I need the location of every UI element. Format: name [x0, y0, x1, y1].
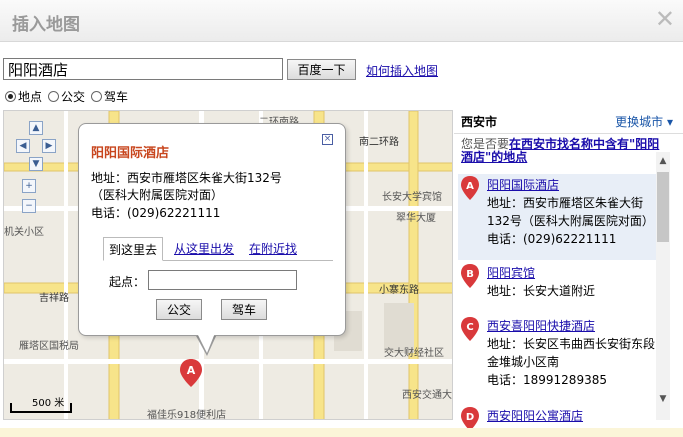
result-marker-d-icon: D [461, 407, 479, 430]
suggestion: 您是否要在西安市找名称中含有"阳阳酒店"的地点 [461, 138, 661, 164]
result-line: 电话：18991289385 [487, 373, 607, 387]
map-label: 福佳乐918便利店 [147, 410, 227, 420]
zoom-out-icon[interactable]: − [22, 199, 36, 213]
bus-button[interactable]: 公交 [156, 299, 202, 320]
start-label: 起点： [109, 275, 146, 289]
results-scrollbar[interactable]: ▲ ▼ [656, 152, 670, 420]
search-mode-group: 地点 公交 驾车 [5, 89, 134, 104]
pan-up-icon[interactable]: ▲ [29, 121, 43, 135]
result-line: 金堆城小区南 [487, 355, 560, 369]
result-item[interactable]: D 西安阳阳公寓酒店 [458, 405, 656, 430]
map-marker-a-icon[interactable]: A [180, 359, 202, 387]
popup-close-icon[interactable]: × [322, 134, 333, 145]
current-city: 西安市 [461, 115, 498, 129]
dialog-title: 插入地图 [12, 15, 80, 35]
tab-start-here[interactable]: 从这里出发 [174, 237, 234, 261]
radio-bus[interactable] [48, 90, 60, 102]
radio-drive[interactable] [91, 90, 103, 102]
tab-nearby[interactable]: 在附近找 [249, 237, 297, 261]
popup-phone: 电话：(029)62221111 [91, 206, 221, 220]
result-name[interactable]: 西安阳阳公寓酒店 [487, 407, 583, 424]
result-name[interactable]: 西安喜阳阳快捷酒店 [487, 317, 595, 334]
suggestion-prefix: 您是否要 [461, 137, 510, 151]
help-link[interactable]: 如何插入地图 [366, 62, 438, 79]
close-icon[interactable]: ✕ [655, 6, 675, 32]
drive-button[interactable]: 驾车 [221, 299, 267, 320]
result-item[interactable]: C 西安喜阳阳快捷酒店 地址：长安区韦曲西长安街东段 金堆城小区南 电话：189… [458, 315, 656, 399]
change-city-link[interactable]: 更换城市 ▾ [615, 113, 673, 130]
radio-place[interactable] [5, 90, 16, 102]
result-line: 132号（医科大附属医院对面） [487, 214, 654, 228]
tab-go-here[interactable]: 到这里去 [103, 237, 164, 261]
result-line: 地址：西安市雁塔区朱雀大街 [487, 196, 644, 210]
popup-tabs: 到这里去 从这里出发 在附近找 [103, 237, 333, 261]
popup-tail-inner [197, 333, 215, 353]
svg-text:B: B [466, 269, 474, 280]
popup-title: 阳阳国际酒店 [91, 146, 170, 161]
pan-right-icon[interactable]: ▶ [42, 139, 56, 153]
radio-place-label: 地点 [18, 89, 43, 104]
map-label: 西安交通大学医院 [402, 390, 452, 401]
result-line: 电话：(029)62221111 [487, 232, 617, 246]
info-popup: 阳阳国际酒店 × 地址：西安市雁塔区朱雀大街132号（医科大附属医院对面） 电话… [78, 123, 346, 336]
svg-text:A: A [466, 181, 474, 192]
bottom-bar [0, 428, 683, 437]
map-label: 翠华大厦 [396, 213, 436, 224]
result-name[interactable]: 阳阳国际酒店 [487, 176, 559, 193]
sidebar-header: 西安市 更换城市 ▾ [454, 110, 683, 134]
radio-drive-label: 驾车 [104, 89, 129, 104]
radio-bus-label: 公交 [61, 89, 86, 104]
map-label: 南二环路 [359, 137, 399, 148]
scroll-thumb[interactable] [657, 172, 669, 242]
results-sidebar: 西安市 更换城市 ▾ 您是否要在西安市找名称中含有"阳阳酒店"的地点 A 阳阳国… [454, 110, 683, 430]
dialog-header: 插入地图 ✕ [0, 0, 683, 42]
result-marker-a-icon: A [461, 176, 479, 200]
start-input[interactable] [148, 270, 297, 290]
map-scale-label: 500 米 [32, 398, 65, 409]
result-marker-b-icon: B [461, 264, 479, 288]
map-label: 交大财经社区 [384, 348, 444, 359]
scroll-up-icon[interactable]: ▲ [656, 154, 670, 168]
popup-address: 地址：西安市雁塔区朱雀大街132号（医科大附属医院对面） [91, 171, 282, 202]
result-item[interactable]: B 阳阳宾馆 地址：长安大道附近 [458, 262, 656, 310]
svg-text:C: C [466, 322, 473, 333]
svg-text:A: A [187, 364, 196, 377]
map-label: 雁塔区国税局 [19, 341, 79, 352]
result-line: 地址：长安区韦曲西长安街东段 [487, 337, 656, 351]
result-name[interactable]: 阳阳宾馆 [487, 264, 535, 281]
svg-text:D: D [466, 412, 474, 423]
search-input[interactable] [3, 58, 283, 80]
map-nav-control: ▲ ◀ ▶ ▼ + − [16, 121, 56, 231]
map-label: 吉祥路 [39, 293, 69, 304]
pan-left-icon[interactable]: ◀ [16, 139, 30, 153]
result-marker-c-icon: C [461, 317, 479, 341]
result-item[interactable]: A 阳阳国际酒店 地址：西安市雁塔区朱雀大街 132号（医科大附属医院对面） 电… [458, 174, 656, 260]
pan-down-icon[interactable]: ▼ [29, 157, 43, 171]
scroll-down-icon[interactable]: ▼ [656, 392, 670, 406]
map-label: 长安大学宾馆 [382, 192, 442, 203]
search-button[interactable]: 百度一下 [287, 59, 356, 80]
zoom-in-icon[interactable]: + [22, 179, 36, 193]
map-label: 小寨东路 [379, 285, 419, 296]
result-line: 地址：长安大道附近 [487, 284, 596, 298]
